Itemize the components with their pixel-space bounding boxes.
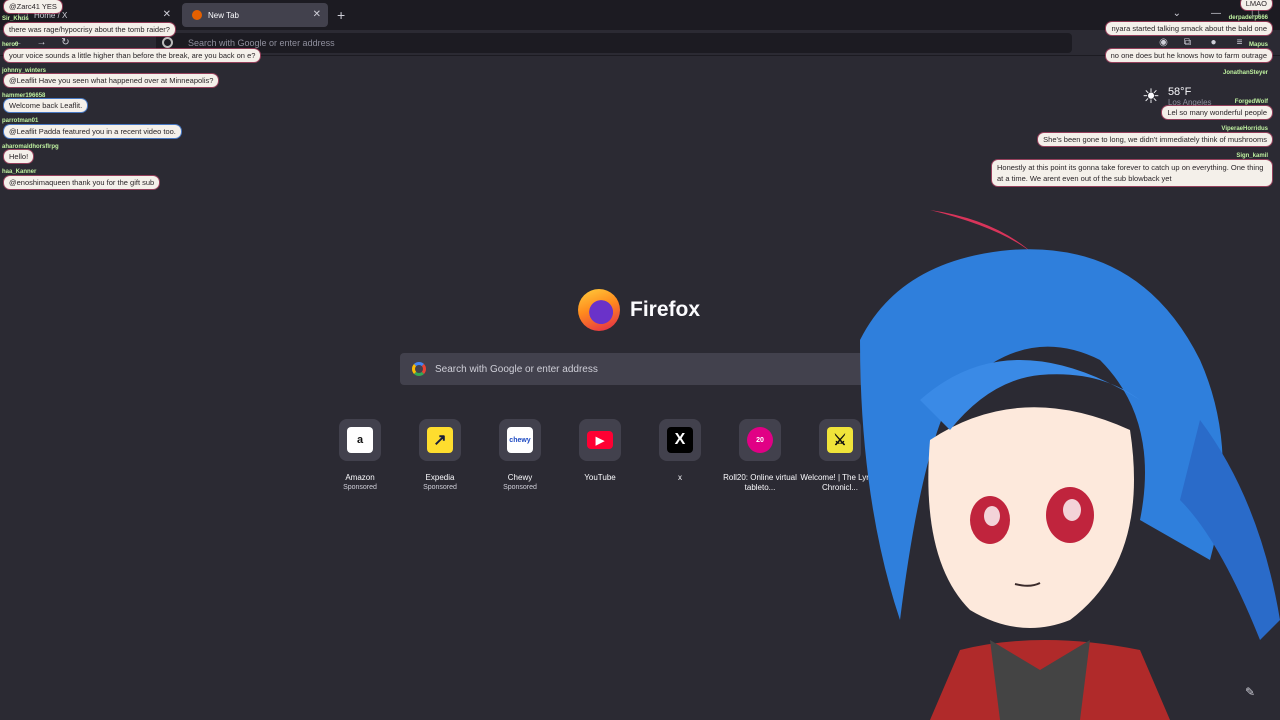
menu-icon[interactable]: ≡ <box>1234 37 1245 48</box>
shortcut-title: Chewy <box>507 473 533 482</box>
chat-username: derpaderp666 <box>1228 15 1268 21</box>
chat-username: JonathanSteyer <box>1222 70 1268 76</box>
reload-icon[interactable]: ↻ <box>60 37 71 48</box>
shortcut-roll20[interactable]: 20 Roll20: Online virtual tableto... <box>720 419 800 493</box>
chat-username: ForgedWolf <box>1234 99 1268 105</box>
chat-message: @Leaflit Have you seen what happened ove… <box>4 74 219 87</box>
chat-username: ViperaeHorridus <box>1221 126 1268 132</box>
x-icon: X <box>667 427 693 453</box>
chat-message: @Zarc41 YES <box>4 0 62 13</box>
forward-icon[interactable]: → <box>36 37 47 48</box>
shortcut-sponsored-label: Sponsored <box>423 484 457 491</box>
close-tab-icon[interactable]: ✕ <box>313 9 321 20</box>
chat-username: haa_Kanner <box>2 169 37 175</box>
chat-message: Hello! <box>4 150 34 163</box>
chat-message: @enoshimaqueen thank you for the gift su… <box>4 176 160 189</box>
chewy-icon: chewy <box>507 427 533 453</box>
shortcut-expedia[interactable]: ↗ Expedia Sponsored <box>400 419 480 491</box>
chat-message: Welcome back Leaflit. <box>4 99 88 112</box>
chat-username: Sign_kamil <box>1236 153 1268 159</box>
shortcut-youtube[interactable]: ▶ YouTube <box>560 419 640 483</box>
chat-username: Mapus <box>1248 42 1268 48</box>
extensions-icon[interactable]: ⧉ <box>1182 37 1193 48</box>
chat-message: @Leaflit Padda featured you in a recent … <box>4 125 181 138</box>
shortcut-sponsored-label: Sponsored <box>503 484 537 491</box>
shortcut-title: Amazon <box>345 473 375 482</box>
shortcut-title: Roll20: Online virtual tableto... <box>723 473 797 492</box>
url-bar[interactable]: Search with Google or enter address <box>156 33 1072 53</box>
sun-icon: ☀ <box>1142 86 1160 108</box>
shortcut-x[interactable]: X x <box>640 419 720 483</box>
amazon-icon: a <box>347 427 373 453</box>
chat-username: Sir_Khris <box>2 16 29 22</box>
firefox-logo: Firefox <box>578 289 700 331</box>
edit-pencil-icon[interactable]: ✎ <box>1238 680 1262 704</box>
minimize-icon[interactable]: — <box>1211 8 1221 19</box>
tab-list-chevron-icon[interactable]: ⌄ <box>1173 8 1181 19</box>
shortcut-amazon[interactable]: a Amazon Sponsored <box>320 419 400 491</box>
tab-label: New Tab <box>208 10 239 20</box>
right-eye-highlight <box>1063 499 1081 521</box>
vtuber-avatar <box>860 210 1280 720</box>
firefox-icon <box>578 289 620 331</box>
chat-message: Honestly at this point its gonna take fo… <box>992 160 1272 186</box>
youtube-icon: ▶ <box>587 431 613 449</box>
new-tab-plus-icon[interactable]: + <box>337 7 345 23</box>
shortcut-title: Expedia <box>425 473 455 482</box>
chat-message: Lel so many wonderful people <box>1162 106 1272 119</box>
url-placeholder: Search with Google or enter address <box>188 38 335 48</box>
chat-message: there was rage/hypocrisy about the tomb … <box>4 23 175 36</box>
ublock-icon[interactable]: ● <box>1208 37 1219 48</box>
face <box>928 407 1134 628</box>
account-icon[interactable]: ◉ <box>1158 37 1169 48</box>
newtab-search-input[interactable]: Search with Google or enter address <box>400 353 880 385</box>
google-icon <box>162 37 173 48</box>
tab-new-tab[interactable]: New Tab ✕ <box>182 3 328 27</box>
chat-message: LMAO <box>1240 0 1272 10</box>
tab-strip: Home / X ✕ New Tab ✕ + ⌄ — ☐ <box>0 0 1280 30</box>
shortcut-chewy[interactable]: chewy Chewy Sponsored <box>480 419 560 491</box>
shortcut-sponsored-label: Sponsored <box>343 484 377 491</box>
left-eye-highlight <box>984 506 1000 526</box>
firefox-favicon-icon <box>192 10 202 20</box>
shortcut-title: x <box>678 473 682 482</box>
chat-message: She's been gone to long, we didn't immed… <box>1038 133 1272 146</box>
search-placeholder: Search with Google or enter address <box>435 363 598 375</box>
expedia-icon: ↗ <box>427 427 453 453</box>
chat-username: parrotman01 <box>2 118 39 124</box>
roll20-icon: 20 <box>747 427 773 453</box>
shortcut-title: YouTube <box>584 473 616 482</box>
logo-text: Firefox <box>630 298 701 321</box>
chat-message: your voice sounds a little higher than b… <box>4 49 261 62</box>
weather-temp: 58°F <box>1167 86 1192 98</box>
google-icon <box>412 362 426 376</box>
chat-username: hero0 <box>2 42 19 48</box>
chat-message: no one does but he knows how to farm out… <box>1105 49 1272 62</box>
close-tab-icon[interactable]: ✕ <box>163 9 171 20</box>
chat-message: nyara started talking smack about the ba… <box>1106 22 1272 35</box>
